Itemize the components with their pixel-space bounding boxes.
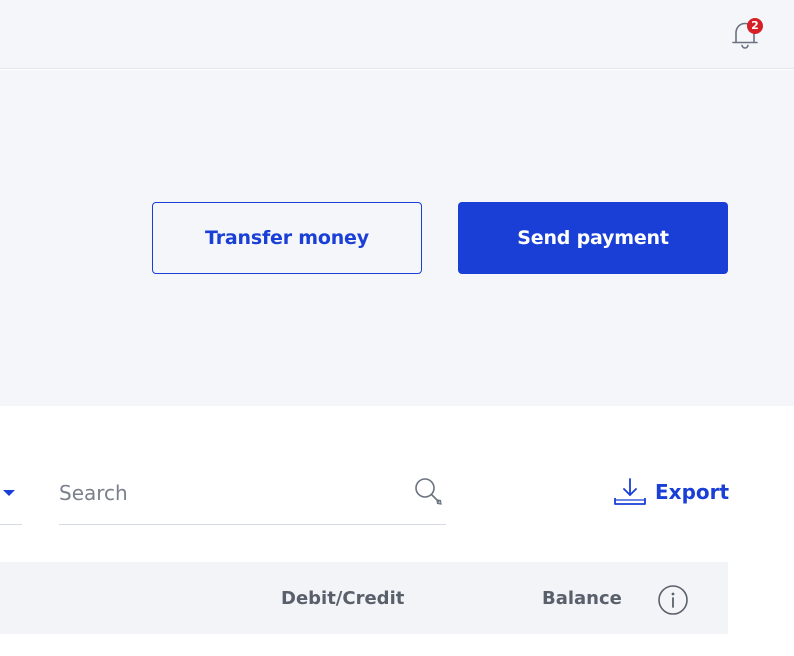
search-icon[interactable] <box>413 476 445 508</box>
send-payment-button[interactable]: Send payment <box>458 202 728 274</box>
search-field <box>59 468 446 525</box>
transfer-money-button[interactable]: Transfer money <box>152 202 422 274</box>
search-input[interactable] <box>59 476 389 510</box>
notification-badge: 2 <box>747 18 763 34</box>
top-bar: 2 <box>0 0 794 69</box>
export-button[interactable]: Export <box>613 476 729 508</box>
export-label: Export <box>655 480 730 504</box>
filter-dropdown-underline <box>0 524 22 525</box>
account-hero: Transfer money Send payment <box>0 70 794 406</box>
transactions-table-header: Debit/Credit Balance <box>0 562 728 634</box>
column-header-balance[interactable]: Balance <box>542 588 622 609</box>
filter-dropdown-caret-icon[interactable] <box>3 490 15 496</box>
column-header-debit-credit[interactable]: Debit/Credit <box>281 588 404 609</box>
info-icon[interactable] <box>657 584 689 616</box>
notifications-button[interactable]: 2 <box>731 18 763 50</box>
download-icon <box>614 478 646 505</box>
